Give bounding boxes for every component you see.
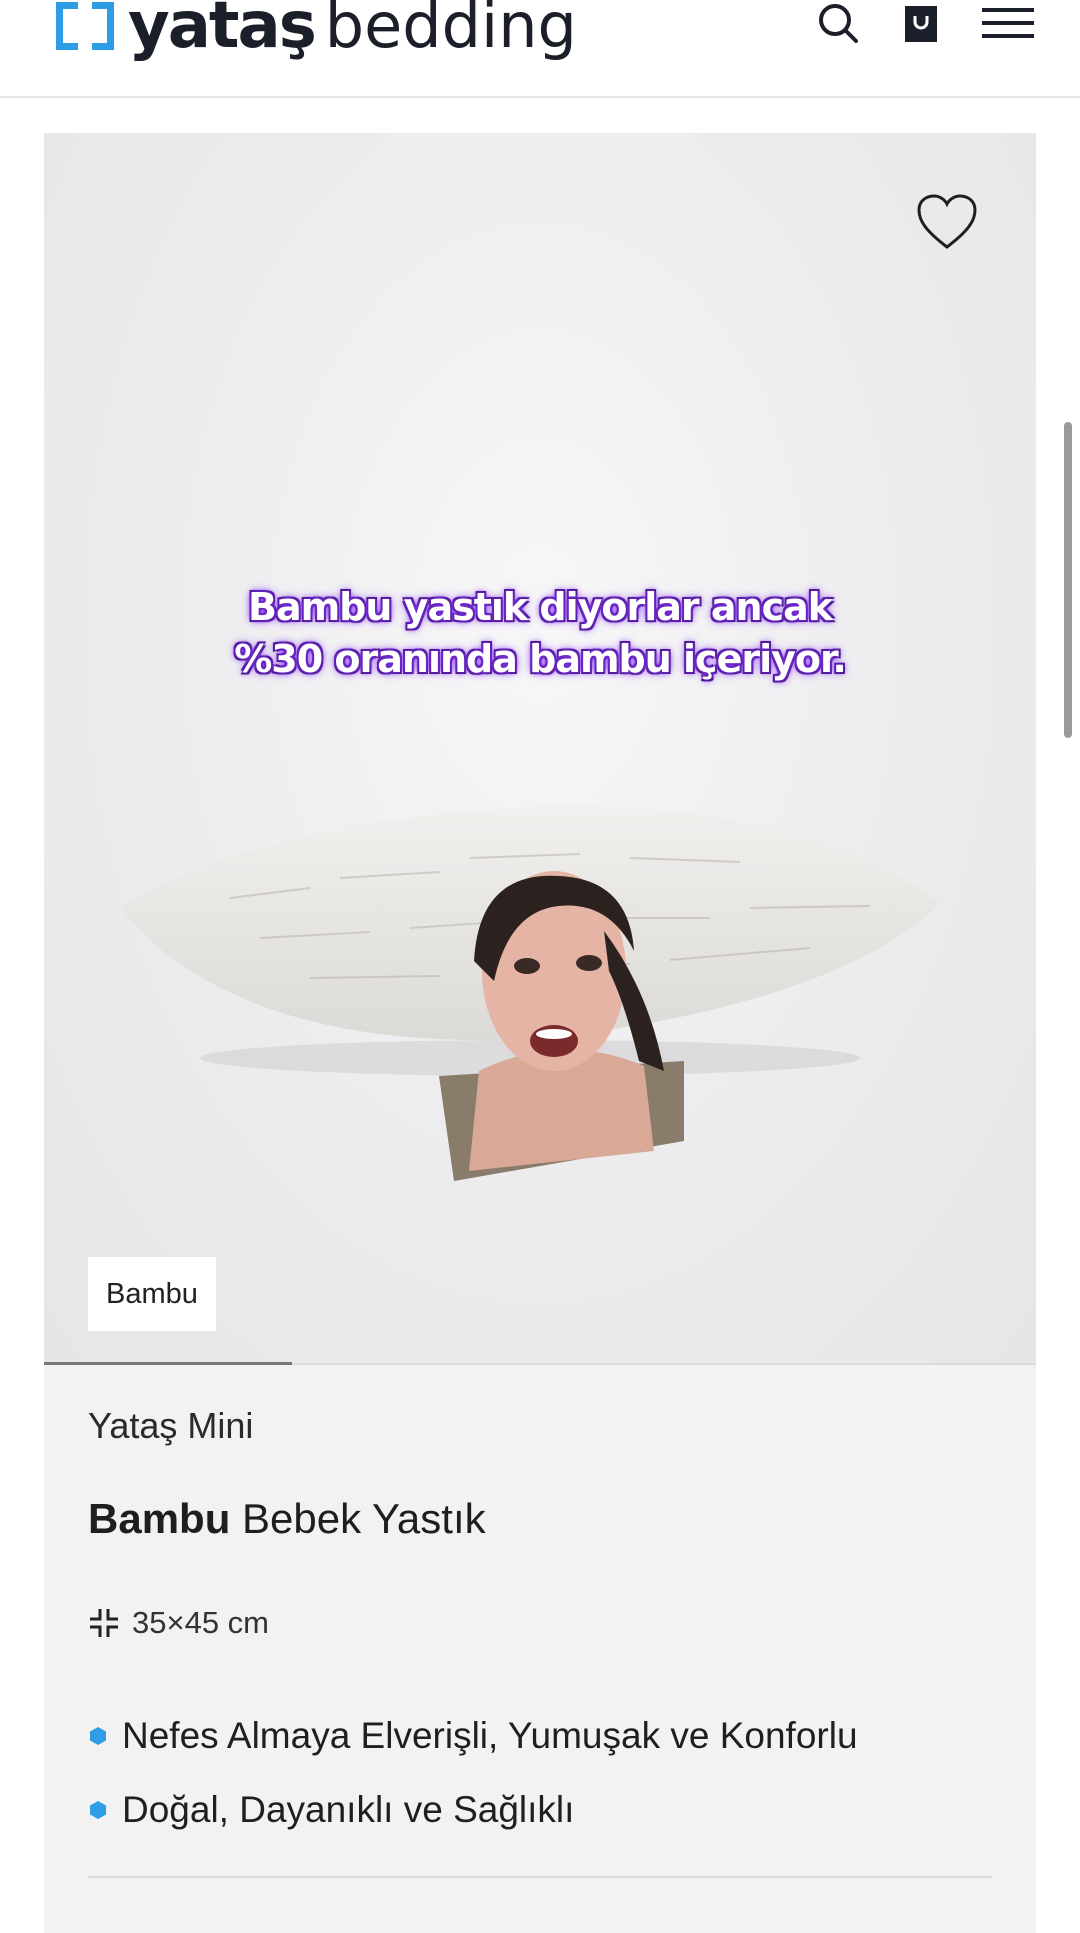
menu-icon[interactable] — [982, 0, 1034, 46]
shopping-bag-icon[interactable] — [900, 0, 942, 46]
size-compress-icon — [90, 1609, 118, 1637]
section-divider — [88, 1876, 992, 1878]
feature-item: Nefes Almaya Elverişli, Yumuşak ve Konfo… — [88, 1715, 858, 1757]
logo-brand-text: yataş — [128, 0, 317, 63]
logo-left-bracket — [56, 2, 78, 50]
feature-text: Nefes Almaya Elverişli, Yumuşak ve Konfo… — [122, 1715, 858, 1756]
video-caption: Bambu yastık diyorlar ancak %30 oranında… — [44, 581, 1036, 685]
product-image[interactable]: Bambu yastık diyorlar ancak %30 oranında… — [44, 133, 1036, 1363]
product-title-rest: Bebek Yastık — [230, 1495, 486, 1542]
caption-line-2: %30 oranında bambu içeriyor. — [234, 637, 847, 681]
favorite-heart-icon[interactable] — [916, 193, 978, 251]
hexagon-bullet-icon — [90, 1727, 106, 1745]
product-size: 35×45 cm — [88, 1605, 269, 1641]
caption-line-1: Bambu yastık diyorlar ancak — [247, 585, 833, 629]
logo-right-bracket — [92, 2, 114, 50]
feature-text: Doğal, Dayanıklı ve Sağlıklı — [122, 1789, 575, 1830]
search-icon[interactable] — [815, 0, 861, 46]
product-title[interactable]: Bambu Bebek Yastık — [88, 1495, 486, 1543]
hexagon-bullet-icon — [90, 1801, 106, 1819]
site-logo[interactable]: yataş bedding — [56, 0, 577, 66]
feature-item: Doğal, Dayanıklı ve Sağlıklı — [88, 1789, 574, 1831]
product-brand: Yataş Mini — [88, 1405, 254, 1446]
product-title-bold: Bambu — [88, 1495, 231, 1542]
size-value: 35×45 cm — [132, 1605, 270, 1640]
product-card[interactable]: Bambu yastık diyorlar ancak %30 oranında… — [44, 133, 1036, 1933]
material-tag: Bambu — [88, 1257, 216, 1331]
presenter-video-overlay — [439, 871, 684, 1181]
page-scrollbar[interactable] — [1064, 422, 1072, 738]
site-header: yataş bedding — [0, 0, 1080, 98]
logo-sub-text: bedding — [324, 0, 577, 62]
gallery-progress-indicator — [44, 1362, 292, 1365]
